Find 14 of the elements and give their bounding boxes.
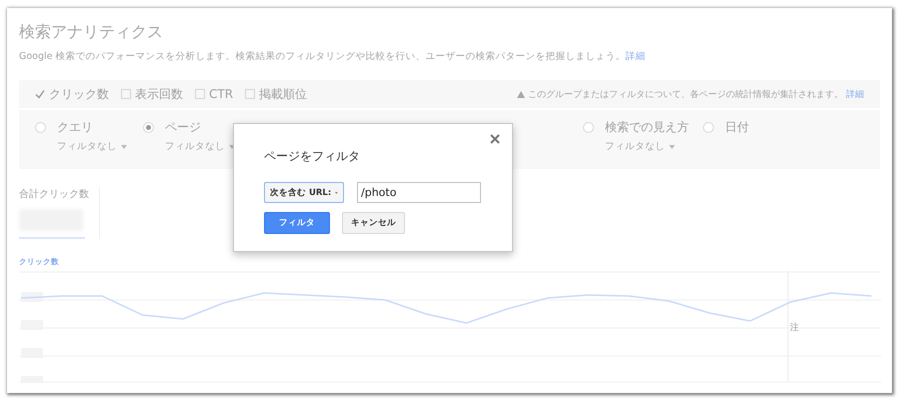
dialog-title: ページをフィルタ xyxy=(264,148,361,165)
dimension-label: クエリ xyxy=(57,119,94,136)
metric-label: CTR xyxy=(209,87,234,101)
metric-label: クリック数 xyxy=(49,86,109,102)
metric-label: 表示回数 xyxy=(135,86,183,102)
dimension-label: ページ xyxy=(165,119,202,136)
dimension-label: 日付 xyxy=(725,119,750,136)
page-description: Google 検索でのパフォーマンスを分析します。検索結果のフィルタリングや比較を行い、ユーザーの検索パターンを把握しましょう。詳細 xyxy=(19,50,647,63)
total-clicks-label: 合計クリック数 xyxy=(19,188,90,201)
metric-label: 掲載順位 xyxy=(259,86,308,102)
page-title: 検索アナリティクス xyxy=(19,22,164,43)
annotation-marker: 注 xyxy=(790,322,799,334)
notice-text: このグループまたはフィルタについて、各ページの統計情報が集計されます。 xyxy=(528,88,843,100)
dimension-label: 検索での見え方 xyxy=(605,119,690,136)
